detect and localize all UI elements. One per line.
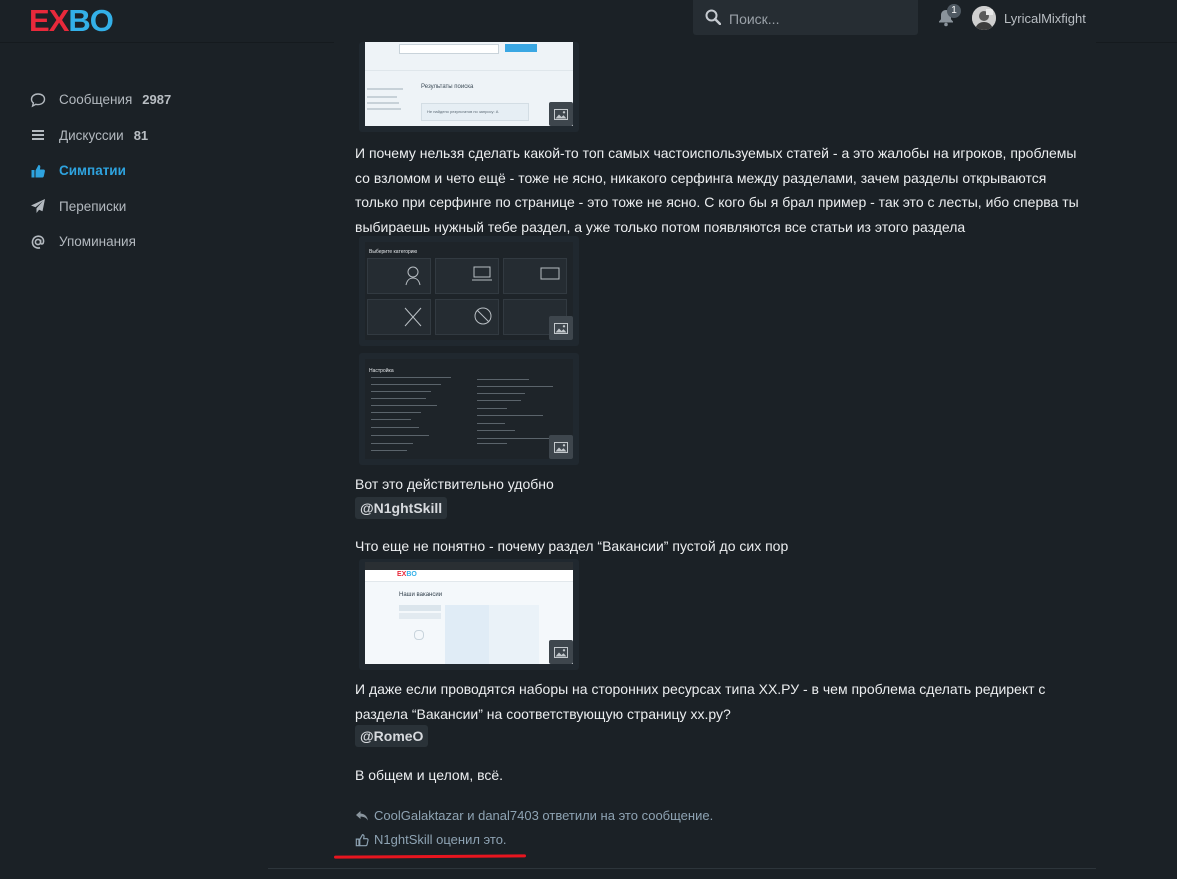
likes-text: N1ghtSkill оценил это.: [374, 832, 507, 847]
site-logo[interactable]: EXBO: [29, 3, 114, 39]
attachment-thumbnail[interactable]: Выберите категорию: [359, 236, 579, 346]
thumb-settings-title: Настройка: [369, 368, 394, 374]
sidebar-item-label: Переписки: [59, 198, 127, 214]
laptop-icon: [472, 266, 492, 281]
image-icon: [549, 435, 573, 459]
thumbs-up-icon: [30, 163, 46, 179]
thumb-search-title: Результаты поиска: [421, 84, 474, 90]
thumb-categories-title: Выберите категорию: [369, 249, 418, 255]
reply-icon: [356, 810, 368, 820]
post-paragraph: В общем и целом, всё.: [355, 767, 504, 783]
sidebar-item-mentions[interactable]: Упоминания: [30, 224, 230, 260]
search-input[interactable]: [727, 8, 911, 30]
post-replies[interactable]: CoolGalaktazar и danal7403 ответили на э…: [355, 808, 713, 823]
thumb-search-note: Не найдено результатов по запросу: А: [427, 109, 499, 114]
mention-link[interactable]: @N1ghtSkill: [355, 497, 448, 519]
sidebar-item-discussions[interactable]: Дискуссии 81: [30, 118, 230, 154]
ban-icon: [474, 307, 492, 325]
at-icon: [30, 234, 46, 250]
sidebar-item-count: 2987: [142, 92, 172, 108]
search-box[interactable]: [693, 0, 918, 35]
sidebar-item-label: Упоминания: [59, 234, 136, 250]
notification-badge: 1: [947, 4, 961, 18]
avatar-image: [972, 6, 996, 30]
attachment-thumbnail[interactable]: EXBO Наши вакансии: [359, 559, 579, 670]
post-divider: [268, 868, 1096, 869]
monitor-icon: [540, 267, 560, 280]
sidebar-item-label: Симпатии: [59, 163, 126, 179]
post-paragraph: И даже если проводятся наборы на сторонн…: [355, 681, 1046, 722]
sidebar-item-count: 81: [133, 127, 149, 143]
sidebar-item-likes[interactable]: Симпатии: [30, 153, 230, 189]
mention-link[interactable]: @RomeO: [355, 725, 429, 747]
thumbs-up-icon: [355, 833, 369, 846]
sidebar: Сообщения 2987 Дискуссии 81 Симпатии Пер…: [30, 82, 230, 260]
paper-plane-icon: [30, 198, 46, 214]
post-paragraph: Что еще не понятно - почему раздел “Вака…: [355, 538, 789, 554]
chat-bubble-icon: [30, 92, 46, 108]
list-icon: [30, 127, 46, 143]
attachment-thumbnail[interactable]: Результаты поиска Не найдено результатов…: [359, 42, 579, 132]
sidebar-item-conversations[interactable]: Переписки: [30, 189, 230, 225]
post-paragraph: Вот это действительно удобно: [355, 476, 554, 492]
post-paragraph: И почему нельзя сделать какой-то топ сам…: [355, 145, 1079, 235]
sidebar-item-messages[interactable]: Сообщения 2987: [30, 82, 230, 118]
image-icon: [549, 102, 573, 126]
attachment-thumbnail[interactable]: Настройка: [359, 353, 579, 465]
sidebar-item-label: Сообщения: [59, 92, 133, 108]
username[interactable]: LyricalMixfight: [1004, 11, 1086, 26]
tools-icon: [404, 307, 422, 327]
thumb-vacancies-title: Наши вакансии: [399, 592, 443, 598]
avatar[interactable]: [972, 6, 996, 30]
image-icon: [549, 640, 573, 664]
search-icon: [705, 9, 721, 25]
image-icon: [549, 316, 573, 340]
sidebar-item-label: Дискуссии: [59, 127, 124, 143]
support-icon: [405, 266, 421, 286]
top-bar: EXBO 1 LyricalMixfight: [0, 0, 1177, 43]
post-likes[interactable]: N1ghtSkill оценил это.: [355, 832, 507, 847]
replies-text: CoolGalaktazar и danal7403 ответили на э…: [374, 808, 714, 823]
